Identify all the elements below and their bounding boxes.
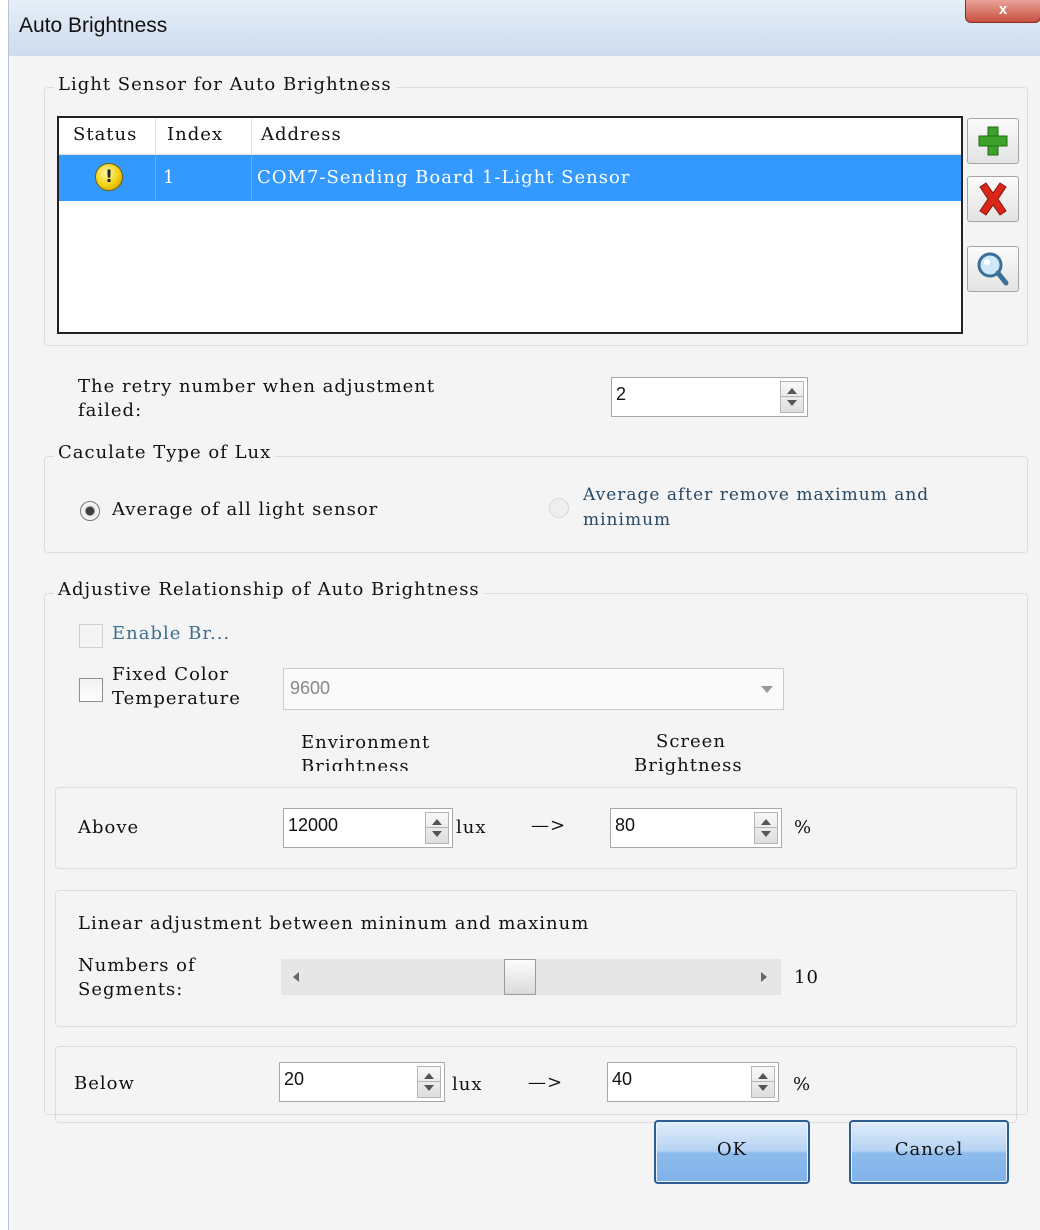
screen-brightness-header-line2: Brightness: [634, 755, 743, 776]
below-lux-spin-buttons[interactable]: [417, 1066, 441, 1098]
above-arrow: —>: [531, 815, 567, 836]
adjust-group-title: Adjustive Relationship of Auto Brightnes…: [54, 579, 484, 600]
sensor-list-header: Status Index Address: [59, 118, 961, 155]
fixed-color-label-line2[interactable]: Temperature: [112, 687, 241, 711]
color-temp-select[interactable]: 9600: [283, 668, 784, 710]
slider-left-arrow-icon[interactable]: [293, 972, 299, 982]
above-percent-stepper[interactable]: 80: [610, 808, 782, 848]
row-address: COM7-Sending Board 1-Light Sensor: [257, 167, 631, 188]
column-address[interactable]: Address: [261, 124, 342, 145]
window-title: Auto Brightness: [19, 14, 168, 37]
spin-down-icon: [424, 1085, 434, 1091]
segments-label-line1: Numbers of: [78, 955, 196, 976]
spin-divider: [418, 1081, 440, 1082]
segments-slider[interactable]: [281, 959, 781, 995]
linear-label: Linear adjustment between mininum and ma…: [78, 913, 590, 934]
spin-up-icon: [424, 1073, 434, 1079]
spin-down-icon: [787, 400, 797, 406]
below-percent-spin-buttons[interactable]: [751, 1066, 775, 1098]
spin-up-icon: [761, 819, 771, 825]
add-sensor-button[interactable]: [967, 118, 1019, 164]
spin-divider: [426, 827, 448, 828]
retry-stepper[interactable]: 2: [611, 377, 808, 417]
spin-divider: [752, 1081, 774, 1082]
above-label: Above: [78, 817, 140, 838]
screen-brightness-header-line1: Screen: [656, 731, 726, 752]
cancel-button[interactable]: Cancel: [849, 1120, 1009, 1184]
table-row[interactable]: ! 1 COM7-Sending Board 1-Light Sensor: [59, 155, 961, 201]
below-percent-value: 40: [612, 1069, 633, 1089]
spin-up-icon: [787, 388, 797, 394]
color-temp-value: 9600: [290, 678, 331, 698]
column-divider: [155, 155, 156, 201]
add-icon: [978, 126, 1008, 156]
slider-thumb[interactable]: [504, 959, 536, 995]
delete-sensor-button[interactable]: [967, 176, 1019, 222]
title-bar: Auto Brightness x: [9, 0, 1040, 56]
average-all-label[interactable]: Average of all light sensor: [112, 498, 378, 522]
spin-down-icon: [432, 831, 442, 837]
below-label: Below: [74, 1073, 135, 1094]
retry-spin-buttons[interactable]: [780, 381, 804, 413]
search-sensor-button[interactable]: [967, 246, 1019, 292]
spin-divider: [755, 827, 777, 828]
segments-value: 10: [794, 967, 819, 988]
fixed-color-label-line1[interactable]: Fixed Color: [112, 663, 229, 687]
delete-icon: [979, 182, 1007, 216]
below-lux-stepper[interactable]: 20: [279, 1062, 445, 1102]
average-trimmed-radio[interactable]: [549, 498, 569, 518]
enable-brightness-label[interactable]: Enable Br...: [112, 622, 230, 646]
retry-label-line2: failed:: [78, 400, 143, 421]
above-lux-unit: lux: [456, 817, 487, 838]
slider-right-arrow-icon[interactable]: [761, 972, 767, 982]
env-brightness-header-line1: Environment: [301, 732, 431, 753]
enable-brightness-checkbox[interactable]: [79, 624, 103, 648]
column-index[interactable]: Index: [167, 124, 223, 145]
below-arrow: —>: [528, 1072, 564, 1093]
average-all-radio[interactable]: [80, 501, 100, 521]
warning-icon: !: [95, 163, 123, 191]
ok-button[interactable]: OK: [654, 1120, 810, 1184]
above-lux-spin-buttons[interactable]: [425, 812, 449, 844]
above-percent-unit: %: [794, 817, 813, 838]
row-index: 1: [163, 167, 176, 188]
average-trimmed-label-line2[interactable]: minimum: [583, 508, 671, 532]
column-divider: [251, 118, 252, 154]
spin-down-icon: [758, 1085, 768, 1091]
below-percent-stepper[interactable]: 40: [607, 1062, 779, 1102]
above-percent-value: 80: [615, 815, 636, 835]
spin-up-icon: [432, 819, 442, 825]
column-status[interactable]: Status: [73, 124, 137, 145]
fixed-color-temp-checkbox[interactable]: [79, 678, 103, 702]
above-percent-spin-buttons[interactable]: [754, 812, 778, 844]
spin-down-icon: [761, 831, 771, 837]
close-button[interactable]: x: [965, 0, 1040, 23]
spin-divider: [781, 396, 803, 397]
segments-label-line2: Segments:: [78, 979, 184, 1000]
env-brightness-header-line2: Brightness: [301, 756, 410, 771]
chevron-down-icon: [761, 686, 773, 693]
spin-up-icon: [758, 1073, 768, 1079]
column-divider: [155, 118, 156, 154]
below-lux-unit: lux: [452, 1074, 483, 1095]
env-brightness-header-clip: Brightness: [301, 755, 441, 771]
retry-label-line1: The retry number when adjustment: [78, 376, 436, 397]
calc-type-group-title: Caculate Type of Lux: [54, 442, 276, 463]
above-lux-stepper[interactable]: 12000: [283, 808, 453, 848]
retry-value: 2: [616, 384, 627, 404]
sensor-group-title: Light Sensor for Auto Brightness: [54, 74, 396, 95]
above-lux-value: 12000: [288, 815, 339, 835]
below-percent-unit: %: [793, 1074, 812, 1095]
average-trimmed-label-line1[interactable]: Average after remove maximum and: [583, 483, 929, 507]
below-lux-value: 20: [284, 1069, 305, 1089]
search-icon: [977, 252, 1009, 286]
column-divider: [251, 155, 252, 201]
sensor-list[interactable]: Status Index Address ! 1 COM7-Sending Bo…: [57, 116, 963, 334]
